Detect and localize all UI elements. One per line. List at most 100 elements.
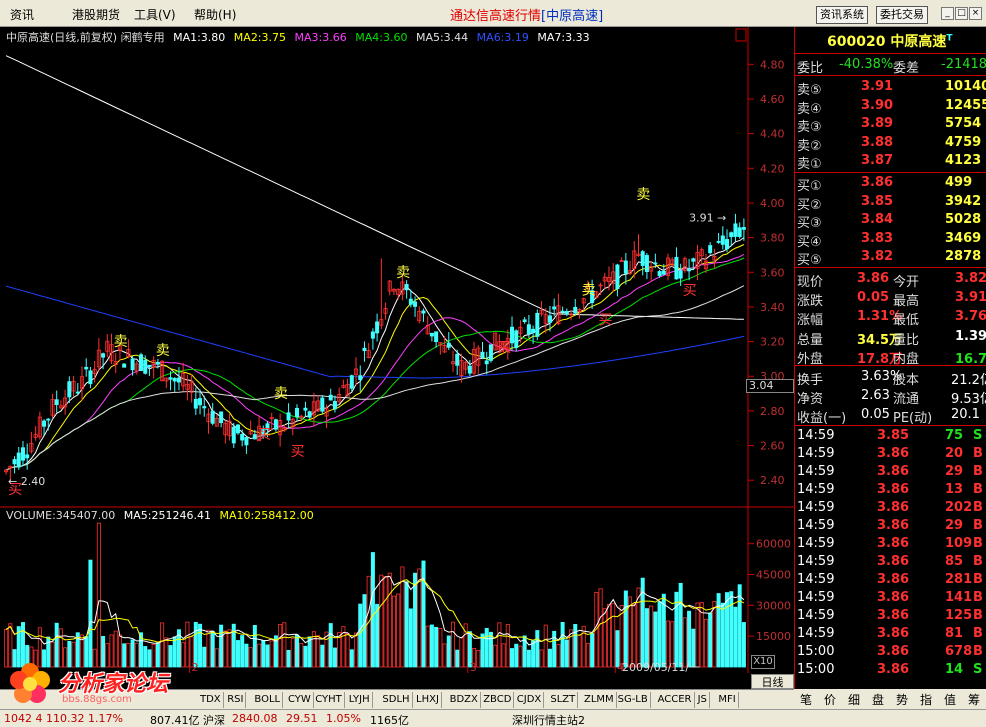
index-tab-mfi[interactable]: MFI (716, 692, 739, 708)
quote-stat-row: 现价 3.86 今开 3.82 (795, 270, 986, 290)
volume-multiplier: X10 (751, 655, 775, 669)
volume-bar (328, 623, 333, 668)
tick-volume: 85 (945, 554, 964, 569)
volume-bar (442, 643, 447, 668)
volume-bar (733, 606, 738, 668)
candle-body (741, 227, 746, 230)
weibi-label: 委比 (797, 61, 824, 76)
menu-item-hk-futures[interactable]: 港股期货 (72, 6, 120, 23)
ma3-line (5, 253, 745, 471)
menu-item-news[interactable]: 资讯 (10, 6, 34, 23)
quote-stat-label: 涨跌 (797, 294, 824, 310)
candle-body (332, 401, 337, 410)
volume-bar (653, 611, 658, 668)
volume-bar (703, 618, 708, 668)
minimize-icon[interactable]: _ (941, 7, 954, 20)
volume-bar (695, 602, 700, 668)
volume-bar (632, 604, 637, 668)
menu-item-tools[interactable]: 工具(V) (134, 6, 176, 23)
candle-body (198, 398, 203, 406)
tick-price: 3.85 (877, 428, 910, 443)
tick-row: 14:59 3.86 29 B (795, 517, 986, 535)
index-tab-cyht[interactable]: CYHT (313, 692, 345, 708)
trade-button[interactable]: 委托交易 (876, 6, 928, 24)
tick-volume: 20 (945, 446, 964, 461)
tick-direction: B (973, 482, 983, 497)
kline-chart[interactable]: 4.804.604.404.204.003.803.603.403.203.00… (0, 27, 794, 673)
index-tab-boll[interactable]: BOLL (252, 692, 284, 708)
index-tab-cjdx[interactable]: CJDX (515, 692, 545, 708)
quote-tab[interactable]: 细 (848, 691, 860, 708)
forum-logo: 分析家论坛 bbs.88gs.com (4, 660, 204, 708)
status-amount2: 1165亿 (370, 714, 409, 727)
candle-body (240, 433, 245, 441)
tick-price: 3.86 (877, 644, 910, 659)
ma6-value: MA6:3.19 (476, 31, 529, 44)
x-tick-label: 3 (470, 661, 477, 673)
tick-time: 14:59 (797, 572, 835, 587)
sell-level-label: 卖① (797, 157, 822, 173)
low-marker: ← 2.40 (8, 475, 45, 488)
sell-signal-label: 卖 (114, 334, 128, 350)
volume-value: VOLUME:345407.00 (6, 509, 116, 522)
volume-bar (307, 636, 312, 668)
quote-stat-value: 3.86 (857, 271, 890, 286)
price-tick-label: 2.60 (760, 440, 785, 453)
tick-price: 3.86 (877, 464, 910, 479)
sell-level-label: 卖④ (797, 101, 822, 117)
tick-time: 15:00 (797, 644, 835, 659)
maximize-icon[interactable]: □ (955, 7, 968, 20)
candle-body (720, 235, 725, 245)
buy-signal-label: 买 (497, 340, 511, 356)
status-index2: 2840.08 (232, 712, 278, 725)
index-tab-sdlh[interactable]: SDLH (380, 692, 413, 708)
tick-volume: 75 (945, 428, 964, 443)
volume-bar (320, 644, 325, 668)
quote-tab[interactable]: 盘 (872, 691, 884, 708)
volume-bar (88, 559, 93, 668)
index-tab-bdzx[interactable]: BDZX (448, 692, 481, 708)
index-tab-accer[interactable]: ACCER (656, 692, 695, 708)
candle-body (286, 412, 291, 421)
quote-tab[interactable]: 值 (944, 691, 956, 708)
index-tab-sg-lb[interactable]: SG-LB (616, 692, 651, 708)
index-tab-js[interactable]: JS (696, 692, 710, 708)
tick-time: 14:59 (797, 608, 835, 623)
quote-stat-value: 16.7万 (955, 351, 986, 367)
buy-level-price: 3.82 (861, 249, 894, 265)
index-tab-cyw[interactable]: CYW (286, 692, 314, 708)
weibi-row: 委比 -40.38% 委差 -21418 (795, 56, 986, 76)
candle-body (155, 361, 160, 365)
index-tab-rsi[interactable]: RSI (225, 692, 247, 708)
quote-tab[interactable]: 笔 (800, 691, 812, 708)
tick-time: 14:59 (797, 626, 835, 641)
quote-tab[interactable]: 价 (824, 691, 836, 708)
volume-bar (408, 608, 413, 668)
index-tab-zbcd[interactable]: ZBCD (481, 692, 515, 708)
candle-body (320, 397, 325, 412)
index-tab-lhxj[interactable]: LHXJ (414, 692, 442, 708)
close-icon[interactable]: × (969, 7, 982, 20)
index-tab-slzt[interactable]: SLZT (548, 692, 579, 708)
index-tab-zlmm[interactable]: ZLMM (582, 692, 617, 708)
index-tab-lyjh[interactable]: LYJH (347, 692, 373, 708)
info-system-button[interactable]: 资讯系统 (816, 6, 868, 24)
price-tick-label: 4.60 (760, 93, 785, 106)
volume-bar (210, 630, 215, 668)
candle-body (480, 351, 485, 359)
tick-time: 14:59 (797, 590, 835, 605)
quote-tab[interactable]: 指 (920, 691, 932, 708)
volume-bar (649, 605, 654, 668)
quote-tab[interactable]: 势 (896, 691, 908, 708)
chart-area[interactable]: 4.80 4.60 4.40 4.20 4.00 3.80 3.60 3.40 3.20 3.00… (0, 27, 794, 673)
period-daily-button[interactable]: 日线 (751, 674, 794, 689)
candle-body (522, 319, 527, 323)
sell-level-volume: 10140 (945, 79, 986, 94)
price-tick-label: 4.40 (760, 128, 785, 141)
menu-item-help[interactable]: 帮助(H) (194, 6, 236, 23)
x-tick-date-label: 2009/05/11/一 (622, 661, 700, 673)
quote-stat-label: 内盘 (893, 351, 920, 367)
buy-level-volume: 2878 (945, 249, 982, 265)
candle-body (547, 315, 552, 323)
quote-tab[interactable]: 筹 (968, 691, 980, 708)
